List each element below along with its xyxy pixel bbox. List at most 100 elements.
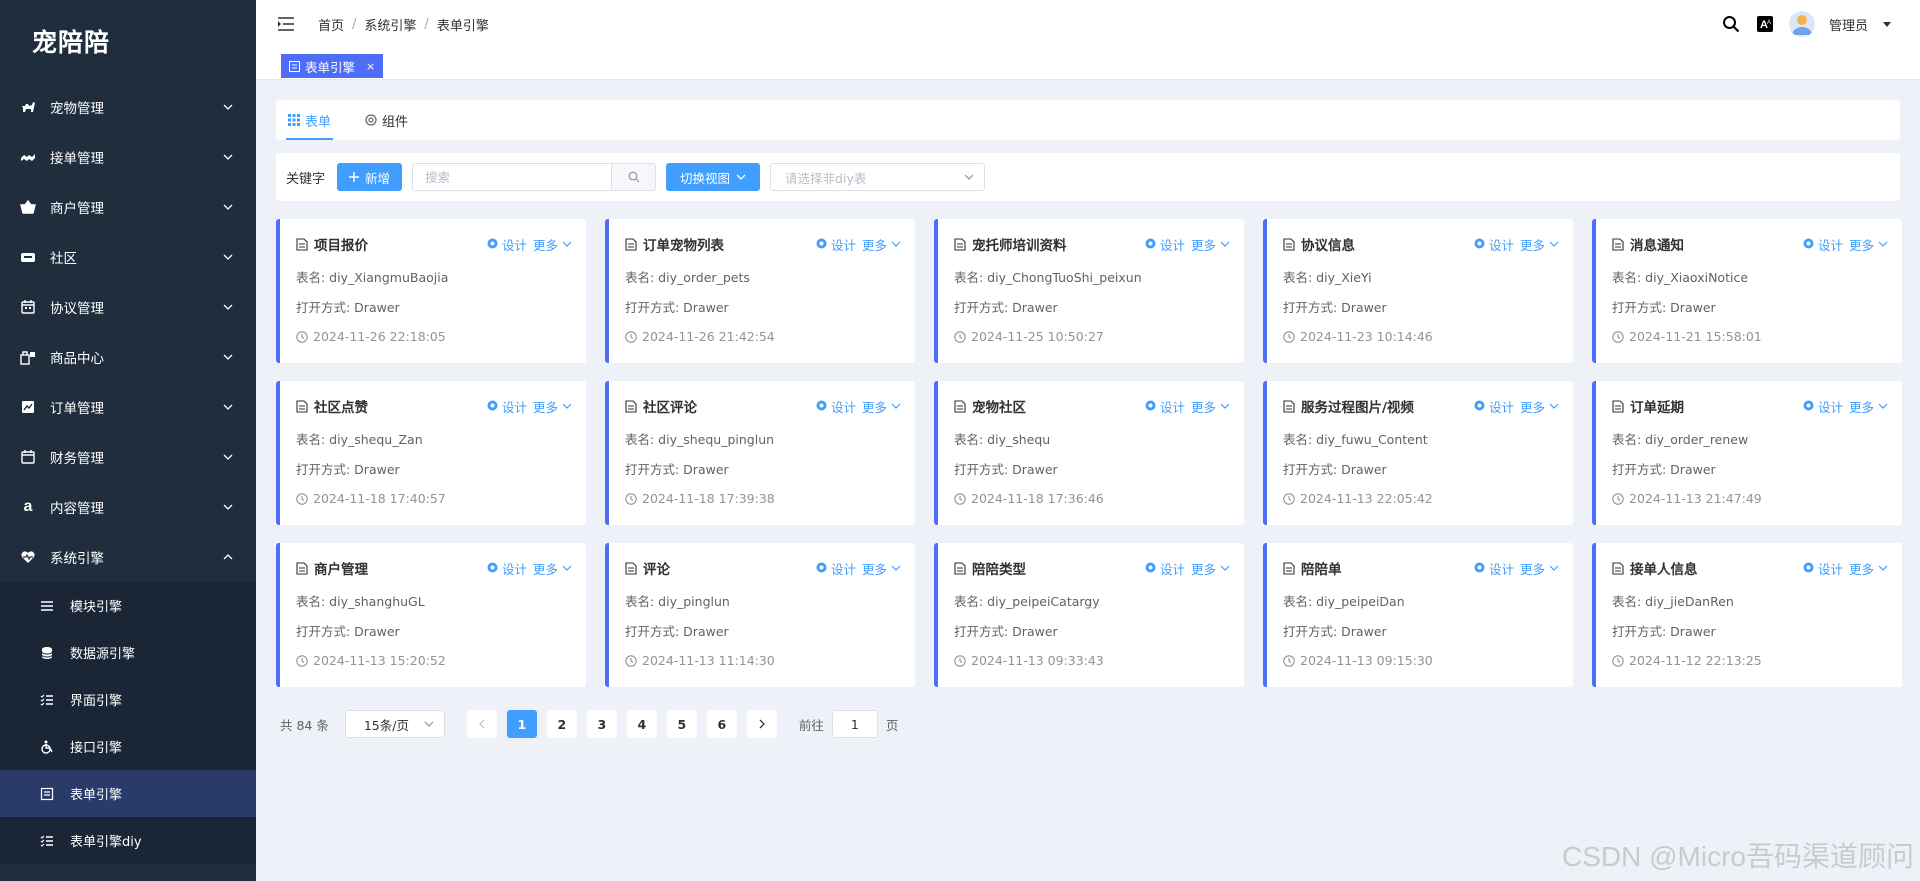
page-button-3[interactable]: 3: [586, 710, 617, 738]
more-dropdown[interactable]: 更多: [1520, 235, 1559, 254]
tab-form[interactable]: 表单: [286, 100, 334, 140]
sidebar-subitem-api-engine[interactable]: 接口引擎: [0, 723, 256, 770]
form-card[interactable]: 商户管理 设计 更多 表名: diy_shanghuGL 打开方式: Drawe…: [276, 543, 586, 687]
user-name[interactable]: 管理员: [1829, 15, 1868, 34]
design-icon: [1474, 561, 1485, 576]
design-icon: [1803, 561, 1814, 576]
design-button[interactable]: 设计: [487, 397, 527, 416]
clock-icon: [954, 330, 966, 343]
sidebar-item-community[interactable]: 社区: [0, 232, 256, 282]
form-card[interactable]: 订单延期 设计 更多 表名: diy_order_renew 打开方式: Dra…: [1592, 381, 1902, 525]
more-dropdown[interactable]: 更多: [1849, 235, 1888, 254]
form-card[interactable]: 协议信息 设计 更多 表名: diy_XieYi 打开方式: Drawer 20…: [1263, 219, 1573, 363]
more-dropdown[interactable]: 更多: [533, 559, 572, 578]
more-dropdown[interactable]: 更多: [1191, 559, 1230, 578]
form-card[interactable]: 社区点赞 设计 更多 表名: diy_shequ_Zan 打开方式: Drawe…: [276, 381, 586, 525]
more-dropdown[interactable]: 更多: [1520, 559, 1559, 578]
design-label: 设计: [1488, 561, 1514, 577]
more-dropdown[interactable]: 更多: [862, 397, 901, 416]
design-label: 设计: [501, 237, 527, 253]
form-card[interactable]: 宠物社区 设计 更多 表名: diy_shequ 打开方式: Drawer 20…: [934, 381, 1244, 525]
design-button[interactable]: 设计: [1145, 235, 1185, 254]
more-dropdown[interactable]: 更多: [1849, 559, 1888, 578]
sidebar-item-agreement[interactable]: 协议管理: [0, 282, 256, 332]
more-dropdown[interactable]: 更多: [533, 235, 572, 254]
sidebar-subitem-form-engine[interactable]: 表单引擎: [0, 770, 256, 817]
more-dropdown[interactable]: 更多: [862, 559, 901, 578]
table-select[interactable]: 请选择非diy表: [770, 163, 986, 191]
form-card[interactable]: 宠托师培训资料 设计 更多 表名: diy_ChongTuoShi_peixun…: [934, 219, 1244, 363]
design-button[interactable]: 设计: [487, 559, 527, 578]
add-button[interactable]: 新增: [337, 163, 403, 191]
tag-form-engine[interactable]: 表单引擎 ×: [281, 54, 384, 78]
breadcrumb-home[interactable]: 首页: [318, 15, 344, 34]
more-dropdown[interactable]: 更多: [1849, 397, 1888, 416]
breadcrumb-form-engine: 表单引擎: [436, 18, 489, 34]
more-dropdown[interactable]: 更多: [1520, 397, 1559, 416]
sidebar-item-system-engine[interactable]: 系统引擎: [0, 532, 256, 582]
close-icon[interactable]: ×: [366, 60, 375, 73]
sidebar-item-merchant[interactable]: 商户管理: [0, 182, 256, 232]
sidebar-item-pet[interactable]: 宠物管理: [0, 82, 256, 132]
form-card[interactable]: 社区评论 设计 更多 表名: diy_shequ_pinglun 打开方式: D…: [605, 381, 915, 525]
sidebar-item-goods[interactable]: 商品中心: [0, 332, 256, 382]
design-button[interactable]: 设计: [487, 235, 527, 254]
page-button-2[interactable]: 2: [546, 710, 577, 738]
design-button[interactable]: 设计: [1803, 559, 1843, 578]
search-button[interactable]: [611, 164, 656, 190]
menu-toggle-icon[interactable]: [278, 17, 294, 31]
design-button[interactable]: 设计: [1474, 559, 1514, 578]
page-button-4[interactable]: 4: [626, 710, 657, 738]
design-button[interactable]: 设计: [816, 559, 856, 578]
prev-page-button[interactable]: [466, 710, 497, 738]
search-icon[interactable]: [1721, 14, 1741, 34]
form-card[interactable]: 服务过程图片/视频 设计 更多 表名: diy_fuwu_Content 打开方…: [1263, 381, 1573, 525]
tab-component[interactable]: 组件: [363, 100, 410, 140]
sidebar: 宠陪陪 宠物管理 接单管理 商户管理 社区 协议管理 商品中心 订单管理 财务管…: [0, 0, 256, 881]
sidebar-item-order[interactable]: 订单管理: [0, 382, 256, 432]
card-title: 服务过程图片/视频: [1301, 400, 1414, 416]
switch-view-button[interactable]: 切换视图: [666, 163, 761, 191]
more-dropdown[interactable]: 更多: [533, 397, 572, 416]
design-button[interactable]: 设计: [816, 397, 856, 416]
chevron-down-icon: [222, 251, 234, 263]
design-button[interactable]: 设计: [1803, 235, 1843, 254]
translate-icon[interactable]: AA: [1755, 14, 1775, 34]
design-button[interactable]: 设计: [1474, 397, 1514, 416]
form-card[interactable]: 消息通知 设计 更多 表名: diy_XiaoxiNotice 打开方式: Dr…: [1592, 219, 1902, 363]
sidebar-item-finance[interactable]: 财务管理: [0, 432, 256, 482]
more-dropdown[interactable]: 更多: [1191, 235, 1230, 254]
page-size-select[interactable]: 15条/页: [344, 710, 445, 738]
form-card[interactable]: 评论 设计 更多 表名: diy_pinglun 打开方式: Drawer 20…: [605, 543, 915, 687]
sidebar-item-label: 宠物管理: [50, 101, 104, 117]
breadcrumb-system-engine[interactable]: 系统引擎: [364, 15, 416, 34]
sidebar-subitem-module-engine[interactable]: 模块引擎: [0, 582, 256, 629]
page-button-6[interactable]: 6: [706, 710, 737, 738]
card-open-mode: 打开方式: Drawer: [1612, 624, 1716, 639]
caret-down-icon[interactable]: [1882, 19, 1892, 29]
more-dropdown[interactable]: 更多: [1191, 397, 1230, 416]
sidebar-subitem-form-engine-diy[interactable]: 表单引擎diy: [0, 817, 256, 864]
sidebar-item-content[interactable]: a 内容管理: [0, 482, 256, 532]
design-button[interactable]: 设计: [1145, 397, 1185, 416]
design-button[interactable]: 设计: [1474, 235, 1514, 254]
goto-page-input[interactable]: [831, 710, 878, 738]
page-button-5[interactable]: 5: [666, 710, 697, 738]
more-dropdown[interactable]: 更多: [862, 235, 901, 254]
next-page-button[interactable]: [746, 710, 777, 738]
form-card[interactable]: 接单人信息 设计 更多 表名: diy_jieDanRen 打开方式: Draw…: [1592, 543, 1902, 687]
page-button-1[interactable]: 1: [506, 710, 537, 738]
search-input[interactable]: [413, 164, 612, 190]
design-button[interactable]: 设计: [1145, 559, 1185, 578]
design-button[interactable]: 设计: [816, 235, 856, 254]
form-card[interactable]: 陪陪单 设计 更多 表名: diy_peipeiDan 打开方式: Drawer…: [1263, 543, 1573, 687]
document-icon: [296, 237, 308, 251]
sidebar-subitem-ui-engine[interactable]: 界面引擎: [0, 676, 256, 723]
avatar[interactable]: [1788, 11, 1815, 37]
design-button[interactable]: 设计: [1803, 397, 1843, 416]
form-card[interactable]: 项目报价 设计 更多 表名: diy_XiangmuBaojia 打开方式: D…: [276, 219, 586, 363]
form-card[interactable]: 陪陪类型 设计 更多 表名: diy_peipeiCatargy 打开方式: D…: [934, 543, 1244, 687]
sidebar-item-orders-receive[interactable]: 接单管理: [0, 132, 256, 182]
sidebar-subitem-datasource-engine[interactable]: 数据源引擎: [0, 629, 256, 676]
form-card[interactable]: 订单宠物列表 设计 更多 表名: diy_order_pets 打开方式: Dr…: [605, 219, 915, 363]
